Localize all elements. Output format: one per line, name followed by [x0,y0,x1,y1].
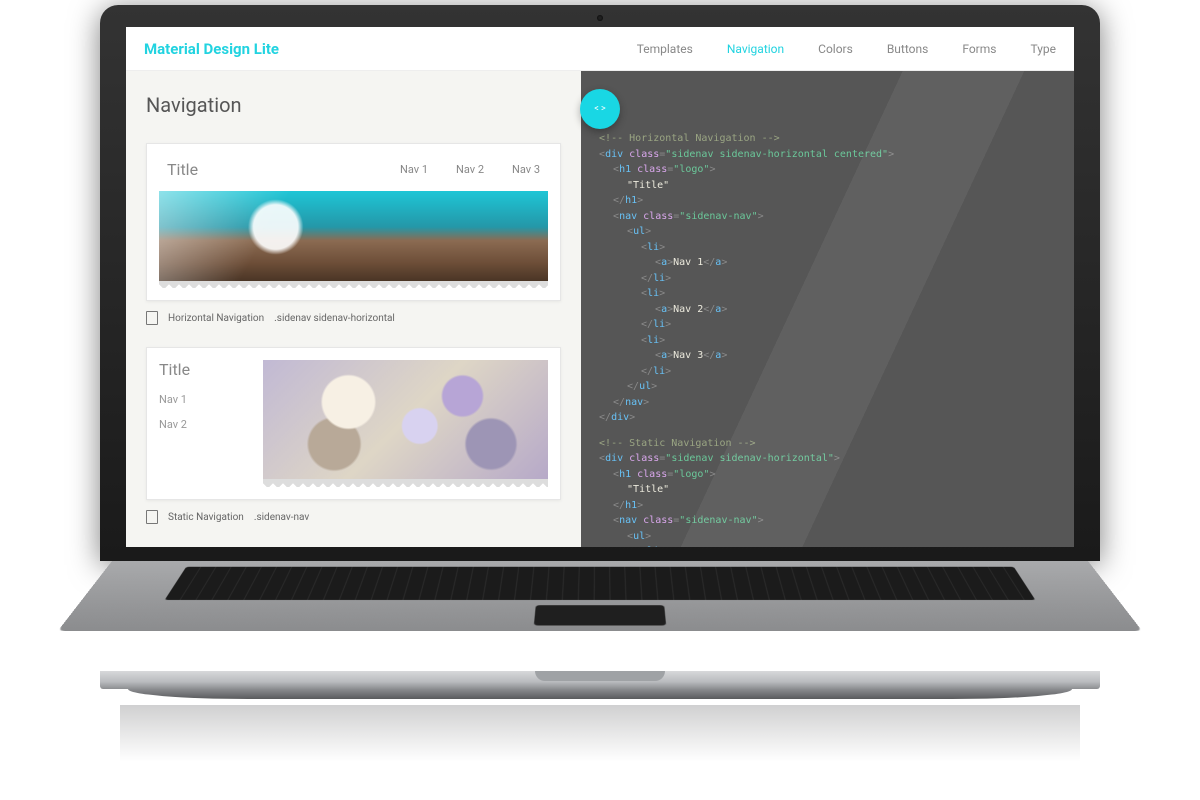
horizontal-nav-demo: Title Nav 1 Nav 2 Nav 3 [159,156,548,191]
nav-colors[interactable]: Colors [818,42,853,56]
example-horizontal-nav: Title Nav 1 Nav 2 Nav 3 [146,143,561,301]
app-screen: Material Design Lite Templates Navigatio… [126,27,1074,547]
laptop-mockup: Material Design Lite Templates Navigatio… [100,5,1100,795]
keyboard-keys [165,567,1036,600]
nav-navigation[interactable]: Navigation [727,42,784,56]
trackpad [534,605,666,625]
code2-h1-class: logo [679,469,703,480]
example-static-nav: Title Nav 1 Nav 2 [146,347,561,500]
demo-nav-links: Nav 1 Nav 2 Nav 3 [400,163,540,176]
demo-nav-3[interactable]: Nav 3 [512,163,540,176]
demo2-nav-2[interactable]: Nav 2 [159,418,249,431]
demo2-title: Title [159,360,249,379]
zigzag-divider-2 [263,479,548,487]
laptop-foot [128,689,1072,699]
clipboard-icon[interactable] [146,311,158,325]
example2-caption: Static Navigation .sidenav-nav [146,510,561,524]
code-div-class: sidenav sidenav-horizontal centered [671,149,882,160]
brand-title[interactable]: Material Design Lite [144,40,279,58]
demo-nav-1[interactable]: Nav 1 [400,163,428,176]
laptop-bezel: Material Design Lite Templates Navigatio… [100,5,1100,561]
nav-buttons[interactable]: Buttons [887,42,929,56]
demo-title: Title [167,160,198,179]
code2-div-class: sidenav sidenav-horizontal [671,453,828,464]
camera-dot [597,15,603,21]
preview-pane: Navigation Title Nav 1 Nav 2 Nav 3 [126,71,581,547]
section-heading: Navigation [146,93,561,117]
top-bar: Material Design Lite Templates Navigatio… [126,27,1074,71]
caption-class: .sidenav sidenav-horizontal [274,313,395,324]
zigzag-divider [159,280,548,288]
code-li-1: Nav 1 [673,257,703,268]
clipboard-icon[interactable] [146,510,158,524]
demo-nav-2[interactable]: Nav 2 [456,163,484,176]
code-block-2: <!-- Static Navigation --> <div class="s… [599,436,1056,548]
code2-h1-text: "Title" [627,484,669,495]
code-h1-text: "Title" [627,180,669,191]
demo2-nav-1[interactable]: Nav 1 [159,393,249,406]
code-h1-class: logo [679,164,703,175]
top-nav: Templates Navigation Colors Buttons Form… [637,42,1056,56]
code2-comment: <!-- Static Navigation --> [599,438,756,449]
nav-templates[interactable]: Templates [637,42,693,56]
code-nav-class: sidenav-nav [685,211,751,222]
laptop-reflection [120,705,1080,768]
code-block-1: <!-- Horizontal Navigation --> <div clas… [599,131,1056,426]
caption-label: Horizontal Navigation [168,313,264,324]
code-li-3: Nav 3 [673,350,703,361]
pebbles-hero-image [263,360,548,480]
code-comment: <!-- Horizontal Navigation --> [599,133,780,144]
nav-type[interactable]: Type [1030,42,1056,56]
caption2-label: Static Navigation [168,512,244,523]
code2-nav-class: sidenav-nav [685,515,751,526]
example1-caption: Horizontal Navigation .sidenav sidenav-h… [146,311,561,325]
laptop-keyboard-deck [58,561,1143,631]
laptop-hinge-bar [100,671,1100,689]
code-li-2: Nav 2 [673,304,703,315]
code-toggle-fab[interactable]: < > [580,89,620,129]
caption2-class: .sidenav-nav [254,512,309,523]
code-pane: <!-- Horizontal Navigation --> <div clas… [581,71,1074,547]
vertical-nav-demo: Title Nav 1 Nav 2 [159,360,249,487]
ocean-hero-image [159,191,548,281]
nav-forms[interactable]: Forms [962,42,996,56]
main-content: < > Navigation Title Nav 1 Nav 2 Nav 3 [126,71,1074,547]
